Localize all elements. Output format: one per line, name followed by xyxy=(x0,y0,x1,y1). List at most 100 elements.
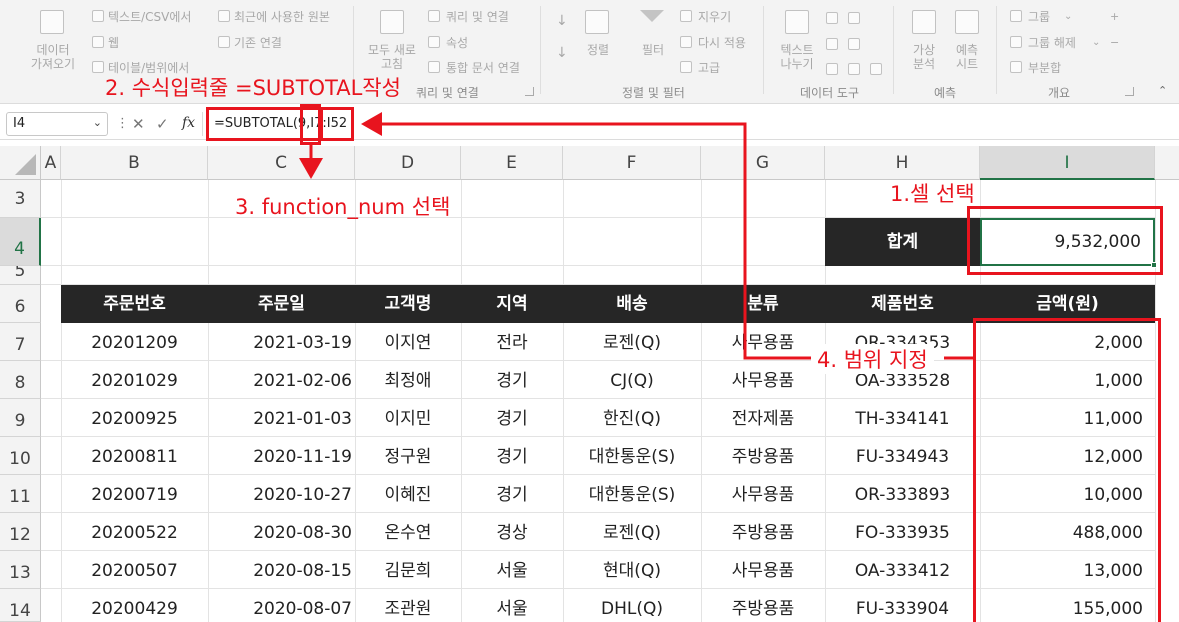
cell-region[interactable]: 전라 xyxy=(461,323,563,361)
cell-category[interactable]: 주방용품 xyxy=(701,437,825,475)
group-button[interactable]: 그룹 xyxy=(1028,10,1050,24)
relationships-icon[interactable] xyxy=(826,63,838,75)
row-header-8[interactable]: 8 xyxy=(0,361,41,399)
row-header-10[interactable]: 10 xyxy=(0,437,41,475)
column-header-h[interactable]: H xyxy=(825,146,980,180)
cell-shipping[interactable]: 로젠(Q) xyxy=(563,513,701,551)
from-text-csv-button[interactable]: 텍스트/CSV에서 xyxy=(108,10,191,24)
cell-order-date[interactable]: 2021-01-03 xyxy=(208,399,355,437)
cell-customer[interactable]: 온수연 xyxy=(355,513,461,551)
table-header-category[interactable]: 분류 xyxy=(701,285,825,323)
row-header-5[interactable]: 5 xyxy=(0,266,41,285)
table-header-order-no[interactable]: 주문번호 xyxy=(61,285,208,323)
what-if-analysis-button[interactable]: 가상 분석 xyxy=(900,43,948,71)
ungroup-button[interactable]: 그룹 해제 xyxy=(1028,36,1076,50)
cell-shipping[interactable]: 로젠(Q) xyxy=(563,323,701,361)
table-header-customer[interactable]: 고객명 xyxy=(355,285,461,323)
table-header-product-no[interactable]: 제품번호 xyxy=(825,285,980,323)
remove-duplicates-icon[interactable] xyxy=(848,12,860,24)
workbook-links-button[interactable]: 통합 문서 연결 xyxy=(446,61,520,75)
cell-customer[interactable]: 이혜진 xyxy=(355,475,461,513)
column-header-g[interactable]: G xyxy=(701,146,825,180)
more-options-icon[interactable]: ⋮ xyxy=(116,116,129,131)
chevron-down-icon[interactable]: ⌄ xyxy=(1092,36,1100,50)
cell-customer[interactable]: 정구원 xyxy=(355,437,461,475)
consolidate-icon[interactable] xyxy=(848,38,860,50)
from-web-button[interactable]: 웹 xyxy=(108,36,119,50)
select-all-corner[interactable] xyxy=(0,146,41,180)
cell-shipping[interactable]: 현대(Q) xyxy=(563,551,701,589)
column-header-f[interactable]: F xyxy=(563,146,701,180)
cell-product-no[interactable]: FU-333904 xyxy=(825,589,980,622)
cell-shipping[interactable]: CJ(Q) xyxy=(563,361,701,399)
cell-order-no[interactable]: 20200811 xyxy=(61,437,208,475)
cell-region[interactable]: 경기 xyxy=(461,399,563,437)
enter-icon[interactable]: ✓ xyxy=(156,115,169,133)
data-model-icon[interactable] xyxy=(870,63,882,75)
sort-button[interactable]: 정렬 xyxy=(578,43,618,57)
sort-ascending-icon[interactable]: ↓ xyxy=(556,14,568,28)
cell-order-date[interactable]: 2020-10-27 xyxy=(208,475,355,513)
get-data-button[interactable]: 데이터 가져오기 xyxy=(18,43,88,71)
row-header-3[interactable]: 3 xyxy=(0,180,41,218)
cell-order-date[interactable]: 2020-08-15 xyxy=(208,551,355,589)
refresh-all-button[interactable]: 모두 새로 고침 xyxy=(360,43,424,71)
cell-customer[interactable]: 이지민 xyxy=(355,399,461,437)
cell-region[interactable]: 경기 xyxy=(461,437,563,475)
queries-connections-button[interactable]: 쿼리 및 연결 xyxy=(446,10,509,24)
column-header-e[interactable]: E xyxy=(461,146,563,180)
existing-connections-button[interactable]: 기존 연결 xyxy=(234,36,282,50)
cell-category[interactable]: 주방용품 xyxy=(701,589,825,622)
table-header-shipping[interactable]: 배송 xyxy=(563,285,701,323)
cell-customer[interactable]: 김문희 xyxy=(355,551,461,589)
row-header-7[interactable]: 7 xyxy=(0,323,41,361)
column-header-c[interactable]: C xyxy=(208,146,355,180)
cell-order-date[interactable]: 2020-08-30 xyxy=(208,513,355,551)
cell-product-no[interactable]: FU-334943 xyxy=(825,437,980,475)
dialog-launcher-icon[interactable] xyxy=(525,87,534,96)
cell-product-no[interactable]: FO-333935 xyxy=(825,513,980,551)
cancel-icon[interactable]: ✕ xyxy=(132,115,145,133)
column-header-b[interactable]: B xyxy=(61,146,208,180)
cell-shipping[interactable]: 한진(Q) xyxy=(563,399,701,437)
cell-order-no[interactable]: 20200925 xyxy=(61,399,208,437)
forecast-sheet-button[interactable]: 예측 시트 xyxy=(948,43,986,71)
hide-detail-icon[interactable]: − xyxy=(1110,36,1119,50)
subtotal-button[interactable]: 부분합 xyxy=(1028,61,1061,75)
column-header-next[interactable] xyxy=(1155,146,1179,180)
cell-region[interactable]: 경기 xyxy=(461,361,563,399)
cell-order-no[interactable]: 20201029 xyxy=(61,361,208,399)
cell-order-no[interactable]: 20200522 xyxy=(61,513,208,551)
cell-order-no[interactable]: 20200429 xyxy=(61,589,208,622)
cell-category[interactable]: 사무용품 xyxy=(701,323,825,361)
insert-function-button[interactable]: fx xyxy=(182,115,195,131)
cell-order-no[interactable]: 20200507 xyxy=(61,551,208,589)
cell-category[interactable]: 사무용품 xyxy=(701,551,825,589)
row-header-14[interactable]: 14 xyxy=(0,589,41,622)
name-box[interactable]: I4 ⌄ xyxy=(6,112,108,136)
cell-shipping[interactable]: DHL(Q) xyxy=(563,589,701,622)
row-header-9[interactable]: 9 xyxy=(0,399,41,437)
cell-product-no[interactable]: TH-334141 xyxy=(825,399,980,437)
cell-order-date[interactable]: 2021-02-06 xyxy=(208,361,355,399)
chevron-down-icon[interactable]: ⌄ xyxy=(1064,10,1072,24)
dialog-launcher-icon[interactable] xyxy=(1125,87,1134,96)
column-header-d[interactable]: D xyxy=(355,146,461,180)
filter-button[interactable]: 필터 xyxy=(632,43,674,57)
cell-order-date[interactable]: 2020-11-19 xyxy=(208,437,355,475)
cell-shipping[interactable]: 대한통운(S) xyxy=(563,437,701,475)
chevron-down-icon[interactable]: ⌄ xyxy=(93,116,102,129)
table-header-region[interactable]: 지역 xyxy=(461,285,563,323)
cell-category[interactable]: 사무용품 xyxy=(701,475,825,513)
row-header-4[interactable]: 4 xyxy=(0,218,41,266)
cell-customer[interactable]: 최정애 xyxy=(355,361,461,399)
cell-order-no[interactable]: 20201209 xyxy=(61,323,208,361)
cell-category[interactable]: 전자제품 xyxy=(701,399,825,437)
sort-descending-icon[interactable]: ↓ xyxy=(556,46,568,60)
cell-product-no[interactable]: OR-333893 xyxy=(825,475,980,513)
cell-region[interactable]: 경상 xyxy=(461,513,563,551)
cell-shipping[interactable]: 대한통운(S) xyxy=(563,475,701,513)
summary-label-cell[interactable]: 합계 xyxy=(825,218,980,266)
show-detail-icon[interactable]: + xyxy=(1110,10,1119,24)
row-header-12[interactable]: 12 xyxy=(0,513,41,551)
